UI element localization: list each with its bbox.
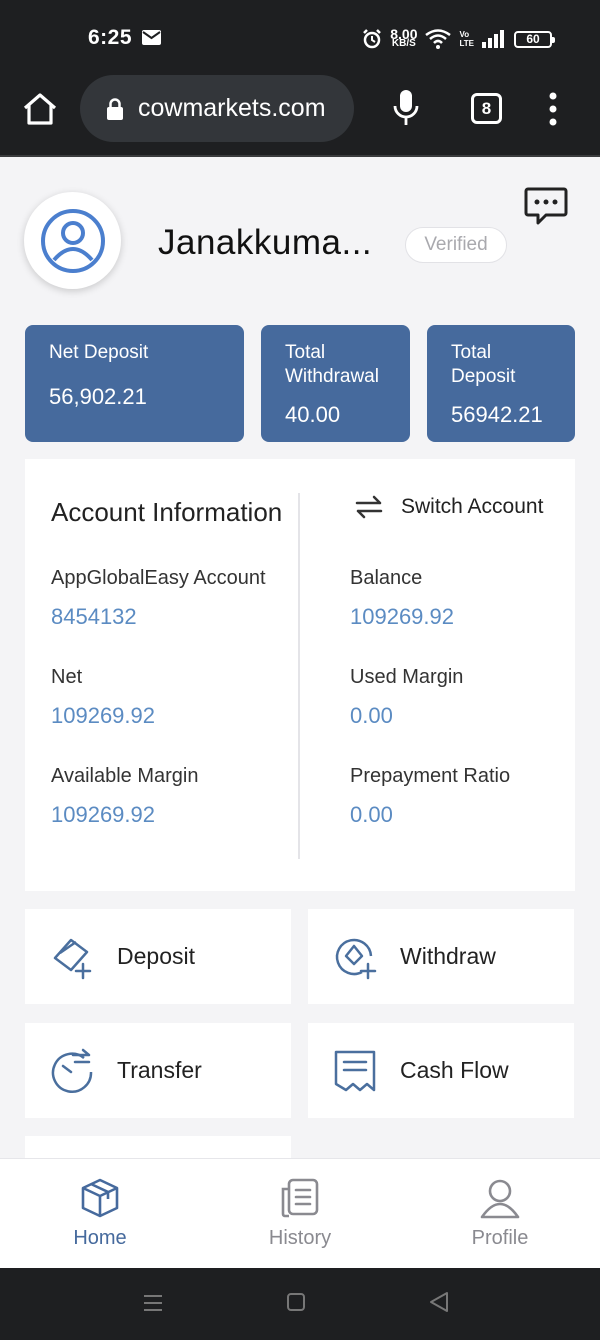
cube-icon — [81, 1178, 119, 1218]
tab-count: 8 — [481, 98, 492, 118]
back-icon[interactable] — [428, 1291, 450, 1313]
nav-history[interactable]: History — [200, 1159, 400, 1269]
total-withdrawal-card: Total Withdrawal 40.00 — [261, 325, 410, 442]
receipt-icon — [334, 1050, 376, 1091]
transfer-label: Transfer — [117, 1057, 202, 1083]
account-label: AppGlobalEasy Account — [51, 567, 266, 589]
status-time: 6:25 — [88, 26, 133, 49]
status-icons: 8.00 KB/S Vo LTE 60 — [362, 24, 555, 54]
balance-label: Balance — [350, 567, 423, 589]
deposit-card-icon — [53, 938, 92, 979]
prepayment-ratio-value: 0.00 — [350, 802, 393, 827]
divider — [298, 493, 300, 859]
tab-switcher-button[interactable]: 8 — [471, 93, 502, 124]
account-information-title: Account Information — [51, 497, 283, 527]
alarm-icon — [363, 29, 382, 49]
transfer-icon — [51, 1048, 93, 1093]
withdraw-label: Withdraw — [400, 943, 496, 969]
nav-home[interactable]: Home — [0, 1159, 200, 1269]
swap-icon — [355, 495, 383, 519]
microphone-icon[interactable] — [392, 89, 420, 127]
net-deposit-card: Net Deposit 56,902.21 — [25, 325, 244, 442]
browser-toolbar: cowmarkets.com 8 — [0, 75, 600, 155]
battery-icon: 60 — [514, 30, 555, 48]
total-deposit-card: Total Deposit 56942.21 — [427, 325, 575, 442]
cash-flow-button[interactable]: Cash Flow — [308, 1023, 574, 1118]
used-margin-label: Used Margin — [350, 666, 464, 688]
recents-icon[interactable] — [142, 1292, 164, 1314]
card-label: Total Withdrawal — [285, 342, 379, 387]
user-icon — [480, 1179, 520, 1219]
cash-flow-label: Cash Flow — [400, 1057, 509, 1083]
network-speed: 8.00 KB/S — [390, 26, 418, 49]
user-avatar-icon — [40, 208, 105, 273]
card-value: 56,902.21 — [49, 384, 147, 409]
withdraw-button[interactable]: Withdraw — [308, 909, 574, 1004]
system-navigation-bar — [0, 1268, 600, 1340]
volte-indicator: Vo LTE — [459, 30, 474, 48]
switch-account-button[interactable]: Switch Account — [355, 495, 543, 519]
avatar[interactable] — [24, 192, 121, 289]
net-value: 109269.92 — [51, 703, 155, 728]
url-text[interactable]: cowmarkets.com — [138, 94, 348, 123]
document-icon — [281, 1178, 319, 1218]
available-margin-value: 109269.92 — [51, 802, 155, 827]
withdraw-icon — [335, 938, 377, 979]
home-icon[interactable] — [22, 91, 58, 127]
battery-level: 60 — [526, 32, 540, 46]
mail-icon — [142, 30, 161, 45]
nav-profile-label: Profile — [471, 1227, 529, 1249]
user-name: Janakkuma... — [158, 223, 373, 262]
deposit-button[interactable]: Deposit — [25, 909, 291, 1004]
action-tile-partial[interactable] — [25, 1136, 291, 1158]
bottom-navigation: Home History Profile — [0, 1158, 600, 1268]
net-label: Net — [51, 666, 83, 688]
lock-icon — [107, 97, 123, 120]
account-value: 8454132 — [51, 604, 137, 629]
system-home-icon[interactable] — [286, 1292, 306, 1312]
prepayment-ratio-label: Prepayment Ratio — [350, 765, 511, 787]
wifi-icon — [425, 29, 452, 49]
nav-home-label: Home — [73, 1227, 127, 1249]
chat-icon[interactable] — [524, 187, 568, 227]
nav-history-label: History — [268, 1227, 332, 1249]
switch-account-label: Switch Account — [401, 495, 544, 518]
nav-profile[interactable]: Profile — [400, 1159, 600, 1269]
transfer-button[interactable]: Transfer — [25, 1023, 291, 1118]
account-information-panel: Account Information Switch Account AppGl… — [25, 459, 575, 891]
page-content: Janakkuma... Verified Net Deposit 56,902… — [0, 155, 600, 1158]
card-value: 56942.21 — [451, 402, 543, 427]
card-value: 40.00 — [285, 402, 341, 427]
more-menu-icon[interactable] — [548, 91, 558, 127]
balance-value: 109269.92 — [350, 604, 454, 629]
card-label: Net Deposit — [49, 342, 149, 363]
available-margin-label: Available Margin — [51, 765, 199, 787]
verified-badge: Verified — [405, 227, 507, 263]
card-label: Total Deposit — [451, 342, 516, 387]
signal-icon — [482, 30, 504, 48]
used-margin-value: 0.00 — [350, 703, 393, 728]
url-bar[interactable]: cowmarkets.com — [80, 75, 354, 142]
status-bar: 6:25 8.00 KB/S Vo LTE 60 — [0, 0, 600, 75]
deposit-label: Deposit — [117, 943, 195, 969]
